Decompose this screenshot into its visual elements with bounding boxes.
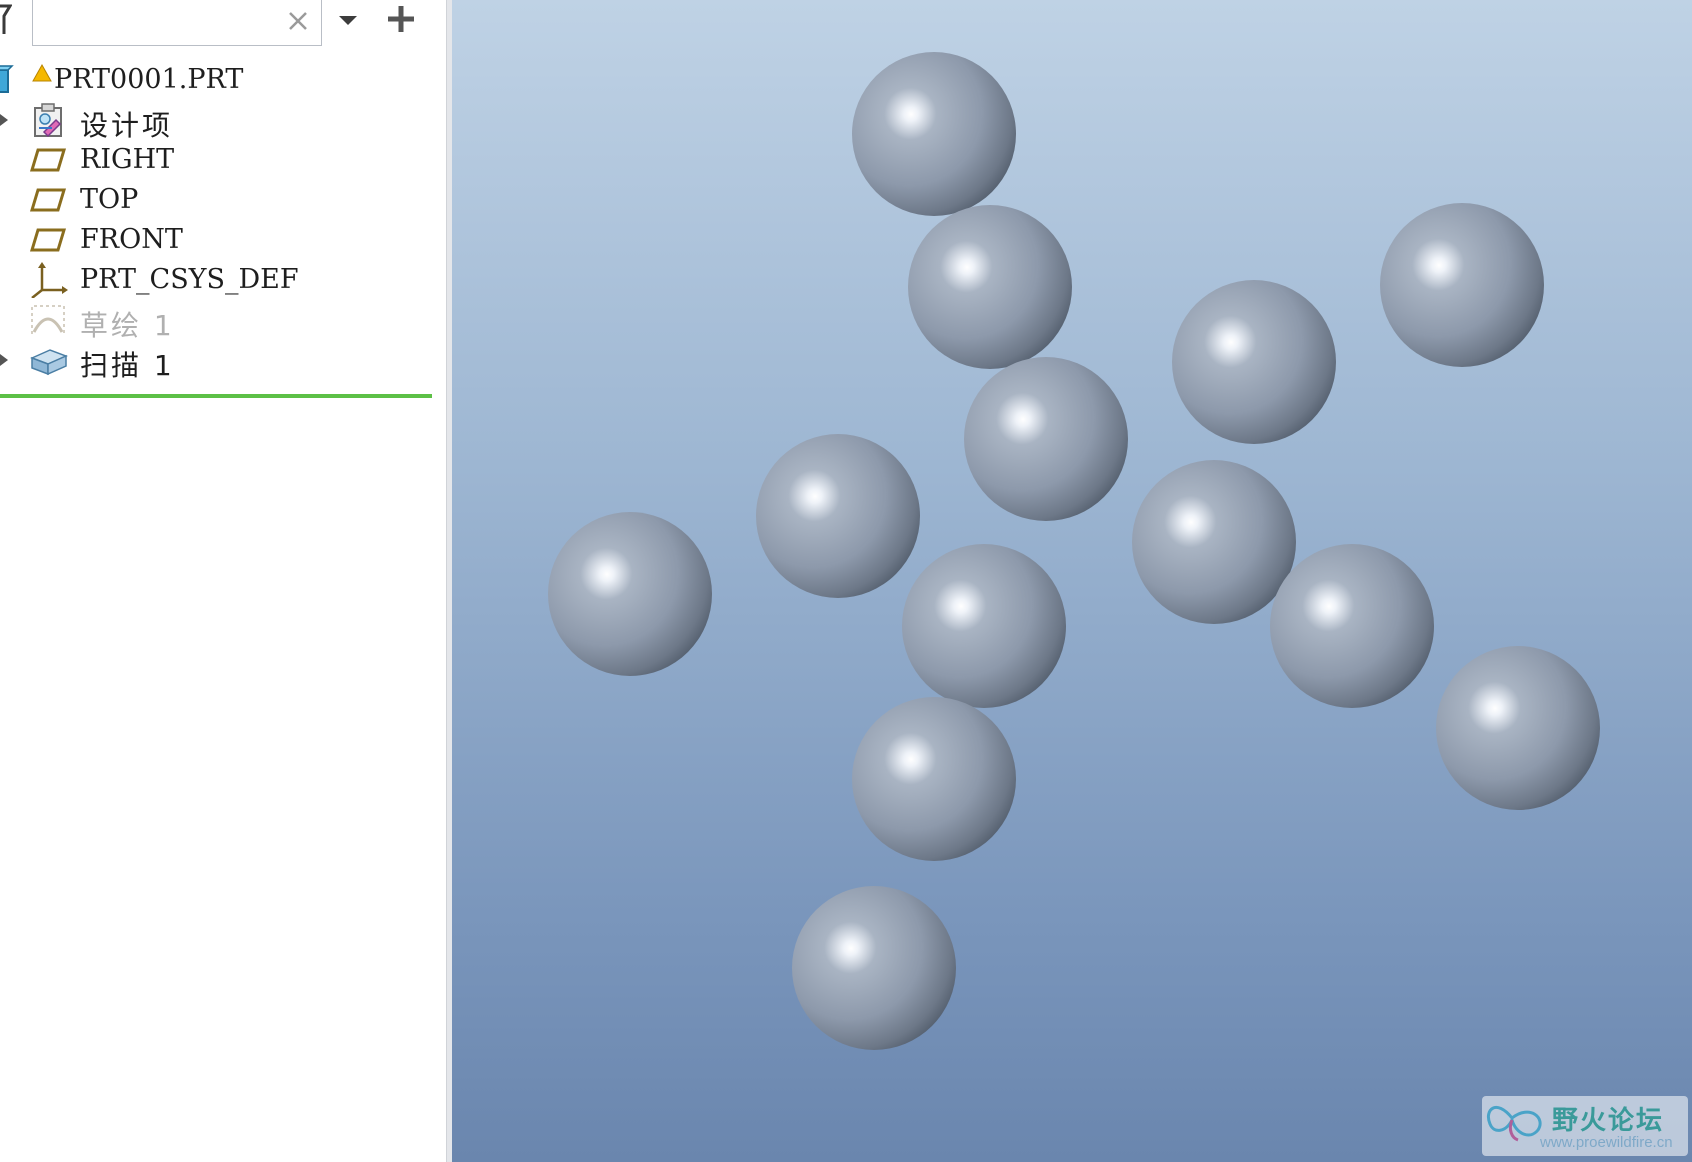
sphere[interactable] — [902, 544, 1066, 708]
expand-arrow-icon[interactable] — [0, 114, 8, 126]
graphics-viewport[interactable]: 野火论坛 www.proewildfire.cn — [452, 0, 1692, 1162]
tree-item-sketch-1[interactable]: 草绘 1 — [0, 300, 430, 342]
forum-watermark: 野火论坛 www.proewildfire.cn — [1482, 1096, 1688, 1156]
tree-item-label: 草绘 1 — [80, 309, 175, 342]
tree-options-dropdown-icon[interactable] — [336, 8, 360, 32]
sphere[interactable] — [1132, 460, 1296, 624]
tree-search-box[interactable] — [32, 0, 322, 46]
warning-triangle-icon — [32, 64, 52, 82]
forum-logo-icon — [1487, 1105, 1542, 1142]
tree-search-input[interactable] — [39, 5, 283, 41]
tree-item-label: 扫描 1 — [80, 349, 175, 382]
tree-item-front-plane[interactable]: FRONT — [0, 220, 430, 260]
tree-item-label: TOP — [80, 184, 139, 215]
sweep-icon — [30, 349, 68, 376]
sphere[interactable] — [908, 205, 1072, 369]
sphere[interactable] — [1172, 280, 1336, 444]
sphere[interactable] — [1270, 544, 1434, 708]
datum-plane-icon — [29, 228, 67, 252]
sketch-icon — [31, 305, 65, 334]
tree-item-label: PRT0001.PRT — [54, 64, 244, 95]
clear-search-icon[interactable] — [285, 5, 311, 35]
tree-item-label: PRT_CSYS_DEF — [80, 264, 299, 295]
model-tree-panel: PRT0001.PRT 设计项 RIGHT TOP FRONT PRT_CSYS… — [0, 0, 446, 1162]
datum-plane-icon — [29, 148, 67, 172]
sphere[interactable] — [852, 52, 1016, 216]
tree-item-coordinate-system[interactable]: PRT_CSYS_DEF — [0, 260, 430, 300]
tree-item-top-plane[interactable]: TOP — [0, 180, 430, 220]
tree-item-label: RIGHT — [80, 144, 175, 175]
sphere[interactable] — [1436, 646, 1600, 810]
tree-item-right-plane[interactable]: RIGHT — [0, 140, 430, 180]
tree-item-label: 设计项 — [80, 109, 174, 142]
design-items-icon — [34, 103, 62, 138]
part-icon — [0, 65, 14, 93]
sphere[interactable] — [756, 434, 920, 598]
app-window: PRT0001.PRT 设计项 RIGHT TOP FRONT PRT_CSYS… — [0, 0, 1692, 1162]
tree-item-root-part[interactable]: PRT0001.PRT — [0, 60, 430, 100]
sphere[interactable] — [852, 697, 1016, 861]
sphere[interactable] — [548, 512, 712, 676]
sphere[interactable] — [1380, 203, 1544, 367]
sphere[interactable] — [792, 886, 956, 1050]
datum-plane-icon — [29, 188, 67, 212]
model-render — [548, 52, 1600, 1050]
coordinate-system-icon — [31, 262, 68, 298]
sphere[interactable] — [964, 357, 1128, 521]
add-icon[interactable] — [384, 2, 418, 36]
expand-arrow-icon[interactable] — [0, 354, 8, 366]
watermark-title: 野火论坛 — [1552, 1106, 1665, 1136]
filter-icon[interactable] — [0, 2, 12, 36]
tree-item-sweep-1[interactable]: 扫描 1 — [0, 340, 430, 382]
tree-item-design-items[interactable]: 设计项 — [0, 100, 430, 142]
watermark-url: www.proewildfire.cn — [1540, 1134, 1673, 1151]
insert-here-marker[interactable] — [0, 394, 432, 398]
tree-item-label: FRONT — [80, 224, 183, 255]
